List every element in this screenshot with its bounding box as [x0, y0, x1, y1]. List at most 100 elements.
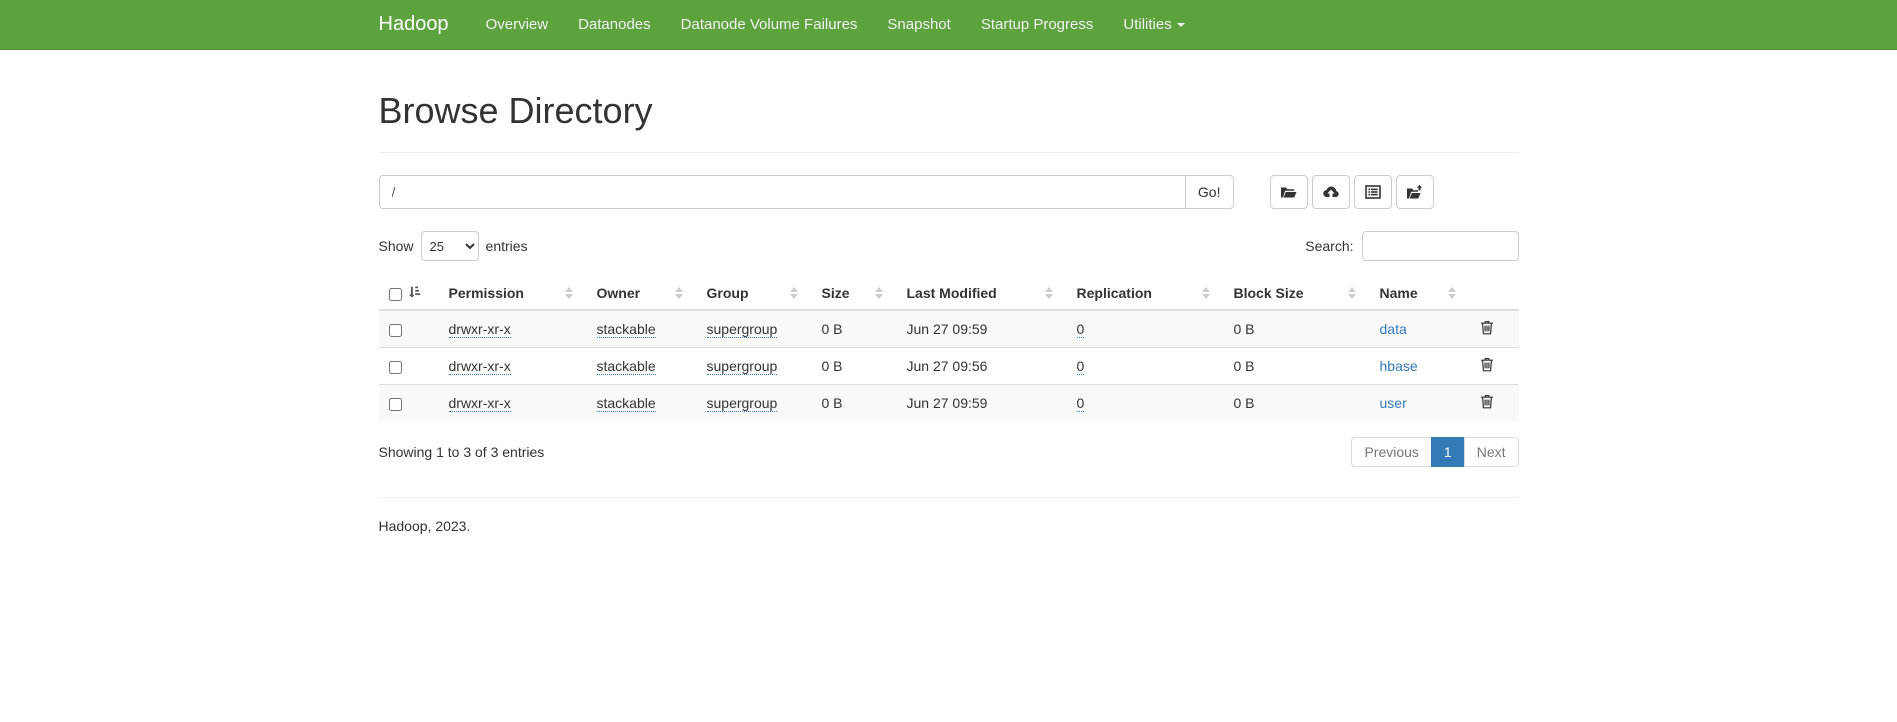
group-editable[interactable]: supergroup — [707, 358, 778, 375]
nav-item-overview[interactable]: Overview — [471, 0, 564, 50]
owner-cell: stackable — [589, 310, 699, 348]
create-directory-button[interactable] — [1270, 175, 1308, 209]
column-header-group[interactable]: Group — [699, 277, 814, 310]
select-all-header[interactable] — [379, 277, 441, 310]
column-header-replication[interactable]: Replication — [1069, 277, 1226, 310]
directory-table: Permission OwnerGroupSizeLast Modified Rep… — [379, 277, 1519, 421]
table-footer: Showing 1 to 3 of 3 entries Previous 1 N… — [379, 437, 1519, 467]
owner-editable[interactable]: stackable — [597, 395, 656, 412]
directory-link-data[interactable]: data — [1380, 321, 1407, 337]
pagination-page-1[interactable]: 1 — [1431, 437, 1465, 467]
brand-hadoop[interactable]: Hadoop — [379, 13, 449, 36]
last-modified-cell: Jun 27 09:59 — [899, 385, 1069, 422]
actions-cell — [1472, 348, 1519, 385]
column-header-name[interactable]: Name — [1372, 277, 1472, 310]
search-label: Search: — [1305, 238, 1353, 254]
owner-editable[interactable]: stackable — [597, 321, 656, 338]
trash-icon[interactable] — [1480, 394, 1494, 412]
name-cell: data — [1372, 310, 1472, 348]
column-header-size[interactable]: Size — [814, 277, 899, 310]
nav-item-label: Overview — [486, 16, 549, 33]
paste-button[interactable] — [1354, 175, 1392, 209]
sort-icon — [565, 287, 573, 299]
owner-editable[interactable]: stackable — [597, 358, 656, 375]
column-header-last-modified[interactable]: Last Modified — [899, 277, 1069, 310]
column-header-permission[interactable]: Permission — [441, 277, 589, 310]
directory-link-hbase[interactable]: hbase — [1380, 358, 1418, 374]
column-header-owner[interactable]: Owner — [589, 277, 699, 310]
replication-cell: 0 — [1069, 385, 1226, 422]
block-size-cell: 0 B — [1226, 310, 1372, 348]
row-select-cell — [379, 348, 441, 385]
pagination-previous[interactable]: Previous — [1351, 437, 1431, 467]
cloud-upload-icon — [1322, 185, 1340, 199]
nav-item-startup-progress[interactable]: Startup Progress — [966, 0, 1109, 50]
footer-text: Hadoop, 2023. — [379, 518, 1519, 534]
sort-icon — [1202, 287, 1210, 299]
column-label: Permission — [449, 285, 524, 301]
upload-files-button[interactable] — [1312, 175, 1350, 209]
directory-path-input[interactable] — [379, 175, 1186, 209]
nav-item-label: Startup Progress — [981, 16, 1094, 33]
nav-item-datanode-volume-failures[interactable]: Datanode Volume Failures — [666, 0, 873, 50]
actions-cell — [1472, 310, 1519, 348]
nav-items: Overview DatanodesDatanode Volume Failure… — [471, 0, 1200, 50]
table-row: drwxr-xr-x stackable supergroup 0 BJun 27 0… — [379, 385, 1519, 422]
replication-cell: 0 — [1069, 310, 1226, 348]
name-cell: hbase — [1372, 348, 1472, 385]
pagination-next[interactable]: Next — [1464, 437, 1519, 467]
row-checkbox[interactable] — [389, 398, 402, 411]
column-label: Replication — [1077, 285, 1152, 301]
sort-icon — [1448, 287, 1456, 299]
permission-cell: drwxr-xr-x — [441, 348, 589, 385]
group-cell: supergroup — [699, 348, 814, 385]
row-checkbox[interactable] — [389, 324, 402, 337]
search-input[interactable] — [1362, 231, 1519, 261]
table-header-row: Permission OwnerGroupSizeLast Modified Rep… — [379, 277, 1519, 310]
entries-label: entries — [486, 238, 528, 254]
entries-info: Showing 1 to 3 of 3 entries — [379, 444, 545, 460]
row-checkbox[interactable] — [389, 361, 402, 374]
column-header-block-size[interactable]: Block Size — [1226, 277, 1372, 310]
pagination: Previous 1 Next — [1351, 437, 1518, 467]
block-size-value: 0 B — [1234, 358, 1255, 374]
permission-editable[interactable]: drwxr-xr-x — [449, 321, 511, 338]
sort-icon — [1348, 287, 1356, 299]
folder-open-icon — [1280, 185, 1297, 200]
nav-item-snapshot[interactable]: Snapshot — [872, 0, 965, 50]
permission-editable[interactable]: drwxr-xr-x — [449, 395, 511, 412]
size-value: 0 B — [822, 321, 843, 337]
name-cell: user — [1372, 385, 1472, 422]
table-controls: Show 25 entries Search: — [379, 231, 1519, 261]
block-size-value: 0 B — [1234, 321, 1255, 337]
sort-icon — [875, 287, 883, 299]
main-content: Browse Directory Go! — [364, 90, 1534, 534]
replication-editable[interactable]: 0 — [1077, 321, 1085, 338]
nav-item-utilities[interactable]: Utilities — [1108, 0, 1199, 50]
group-editable[interactable]: supergroup — [707, 321, 778, 338]
trash-icon[interactable] — [1480, 320, 1494, 338]
size-cell: 0 B — [814, 385, 899, 422]
nav-item-label: Snapshot — [887, 16, 950, 33]
directory-link-user[interactable]: user — [1380, 395, 1407, 411]
select-all-checkbox[interactable] — [389, 288, 402, 301]
group-cell: supergroup — [699, 310, 814, 348]
group-editable[interactable]: supergroup — [707, 395, 778, 412]
trash-icon[interactable] — [1480, 357, 1494, 375]
last-modified-cell: Jun 27 09:56 — [899, 348, 1069, 385]
column-label: Name — [1380, 285, 1418, 301]
actions-cell — [1472, 385, 1519, 422]
permission-editable[interactable]: drwxr-xr-x — [449, 358, 511, 375]
nav-item-datanodes[interactable]: Datanodes — [563, 0, 666, 50]
replication-editable[interactable]: 0 — [1077, 358, 1085, 375]
page-length-select[interactable]: 25 — [421, 231, 479, 261]
caret-down-icon — [1177, 23, 1185, 27]
replication-editable[interactable]: 0 — [1077, 395, 1085, 412]
top-navbar: Hadoop Overview DatanodesDatanode Volume … — [0, 0, 1897, 50]
title-divider — [379, 152, 1519, 153]
page-footer: Hadoop, 2023. — [379, 497, 1519, 534]
go-button[interactable]: Go! — [1185, 175, 1234, 209]
page-title: Browse Directory — [379, 90, 1519, 132]
row-select-cell — [379, 385, 441, 422]
move-button[interactable] — [1396, 175, 1434, 209]
